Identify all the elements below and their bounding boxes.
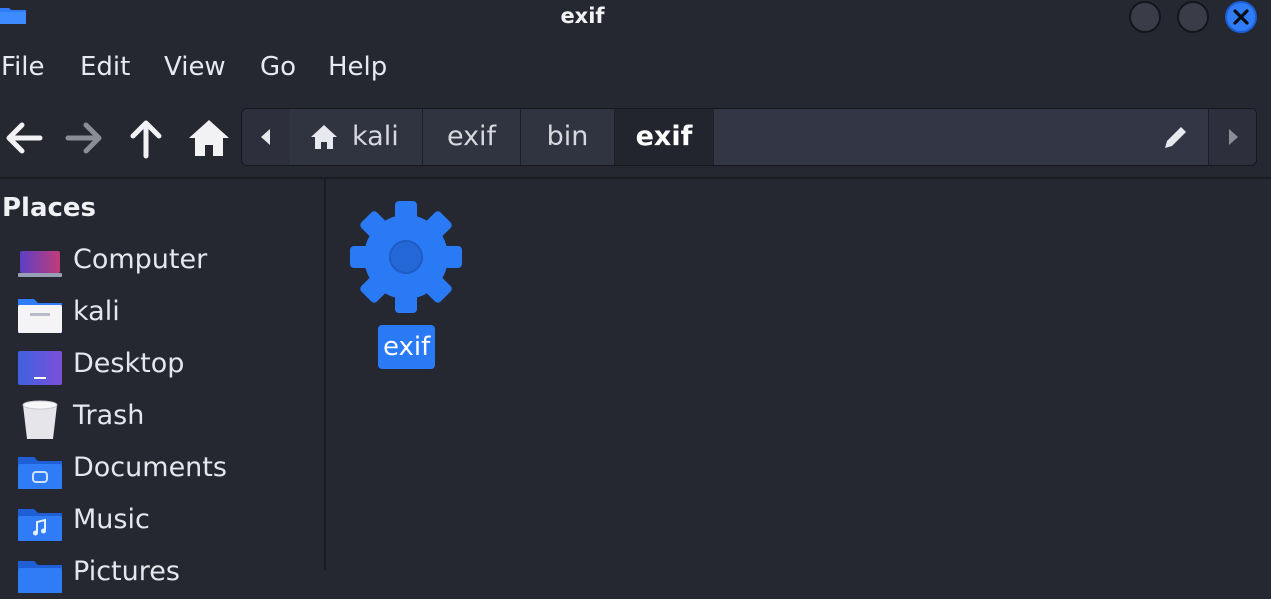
sidebar-item-label: Computer bbox=[73, 244, 208, 275]
up-button[interactable] bbox=[124, 116, 168, 160]
sidebar-item-label: Trash bbox=[73, 400, 145, 431]
executable-gear-icon bbox=[350, 201, 462, 313]
sidebar-item-kali[interactable]: kali bbox=[18, 291, 318, 339]
title-bar: exif bbox=[0, 0, 1271, 34]
desktop-icon bbox=[18, 351, 62, 385]
sidebar-item-label: Pictures bbox=[73, 556, 180, 587]
sidebar-item-pictures[interactable]: Pictures bbox=[18, 551, 318, 599]
maximize-button[interactable] bbox=[1177, 1, 1209, 33]
forward-button[interactable] bbox=[62, 116, 106, 160]
sidebar-item-label: kali bbox=[73, 296, 120, 327]
arrow-up-icon bbox=[130, 120, 162, 159]
path-segment-home[interactable]: kali bbox=[291, 109, 423, 165]
pencil-icon bbox=[1165, 124, 1189, 148]
edit-location-button[interactable] bbox=[1162, 123, 1190, 155]
home-icon bbox=[189, 120, 229, 156]
path-bar: kali exif bin exif bbox=[241, 108, 1257, 166]
path-segment-current[interactable]: exif bbox=[615, 109, 714, 165]
path-segment-label: kali bbox=[352, 121, 399, 152]
menu-go[interactable]: Go bbox=[260, 52, 296, 82]
sidebar-item-label: Desktop bbox=[73, 348, 185, 379]
menu-view[interactable]: View bbox=[164, 52, 226, 82]
window-title: exif bbox=[560, 4, 605, 28]
close-button[interactable] bbox=[1225, 1, 1257, 33]
arrow-right-icon bbox=[65, 122, 102, 154]
path-segment[interactable]: exif bbox=[423, 109, 521, 165]
home-button[interactable] bbox=[187, 116, 231, 160]
sidebar: Places Computer kali Desktop Trash Docum… bbox=[0, 179, 324, 593]
path-segment[interactable]: bin bbox=[521, 109, 615, 165]
arrow-left-icon bbox=[6, 122, 43, 154]
sidebar-item-label: Music bbox=[73, 504, 150, 535]
menu-edit[interactable]: Edit bbox=[80, 52, 130, 82]
pictures-folder-icon bbox=[18, 561, 62, 593]
menu-file[interactable]: File bbox=[1, 52, 45, 82]
menu-help[interactable]: Help bbox=[328, 52, 387, 82]
trash-icon bbox=[22, 400, 58, 439]
close-icon bbox=[1233, 9, 1249, 25]
back-button[interactable] bbox=[2, 116, 46, 160]
path-scroll-left-button[interactable] bbox=[242, 109, 290, 165]
sidebar-item-music[interactable]: Music bbox=[18, 499, 318, 547]
sidebar-item-computer[interactable]: Computer bbox=[18, 239, 318, 287]
minimize-button[interactable] bbox=[1129, 1, 1161, 33]
sidebar-item-documents[interactable]: Documents bbox=[18, 447, 318, 495]
triangle-right-icon bbox=[1229, 129, 1238, 145]
documents-folder-icon bbox=[18, 457, 62, 489]
computer-icon bbox=[18, 251, 62, 277]
home-icon bbox=[311, 125, 337, 149]
sidebar-item-label: Documents bbox=[73, 452, 227, 483]
path-scroll-right-button[interactable] bbox=[1208, 109, 1256, 165]
sidebar-item-trash[interactable]: Trash bbox=[18, 395, 318, 443]
sidebar-item-desktop[interactable]: Desktop bbox=[18, 343, 318, 391]
triangle-left-icon bbox=[261, 129, 270, 145]
file-name: exif bbox=[378, 325, 436, 369]
music-folder-icon bbox=[18, 509, 62, 541]
file-view: exif bbox=[326, 179, 1271, 570]
places-heading: Places bbox=[2, 193, 97, 223]
home-folder-icon bbox=[18, 299, 62, 333]
